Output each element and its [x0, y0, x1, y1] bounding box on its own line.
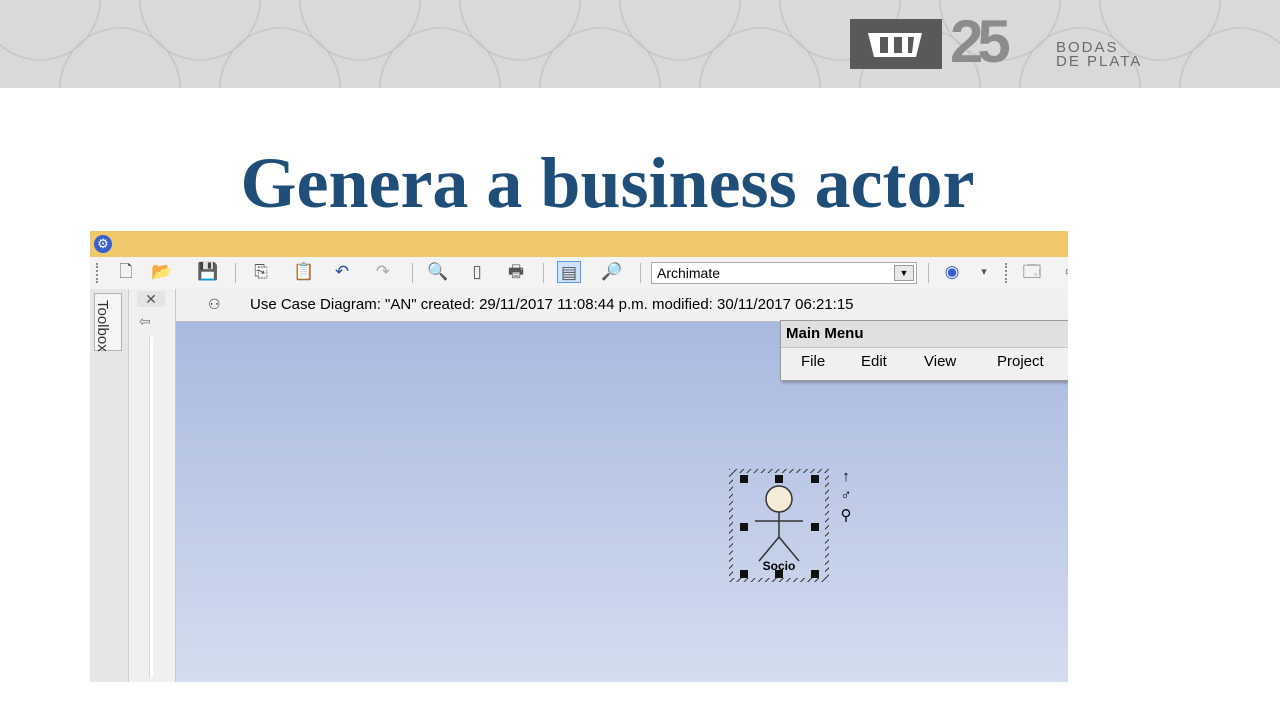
app-icon[interactable]: ⚙	[94, 235, 112, 253]
paste-icon[interactable]: 📋	[292, 261, 316, 283]
toolbar-separator	[543, 263, 544, 283]
find-icon[interactable]: 🔎	[600, 261, 624, 283]
business-actor-element[interactable]: Socio	[727, 467, 831, 584]
undo-icon[interactable]: ↶	[330, 261, 354, 283]
toolbar-separator	[928, 263, 929, 283]
toolbar-separator	[235, 263, 236, 283]
header-banner: 25 BODAS DE PLATA	[0, 0, 1280, 88]
diagram-canvas[interactable]: Main Menu File Edit View Project Socio ↑…	[176, 320, 1068, 682]
toolbar-separator	[640, 263, 641, 283]
print-icon[interactable]: 🖶	[504, 261, 528, 283]
new-diagram-icon[interactable]: 🗋	[114, 261, 138, 283]
actor-quicklinker: ↑ ♂ ⚲	[834, 468, 858, 530]
window-titlebar: ⚙	[90, 231, 1068, 257]
actor-label: Socio	[762, 559, 796, 573]
main-menu-popup: Main Menu File Edit View Project	[780, 320, 1068, 381]
ea-window: ⚙ 🗋 📂 💾 ⎘ 📋 ↶ ↷ 🔍 ▯ 🖶 ▤ 🔎 Archimate ▼ ◉ …	[90, 231, 1068, 682]
print-preview-icon[interactable]: 🔍	[426, 261, 450, 283]
toolbar-grip[interactable]	[96, 263, 101, 283]
diagram-info-bar: ⚇ Use Case Diagram: "AN" created: 29/11/…	[176, 289, 1068, 322]
more-tools-icon[interactable]: ▫	[1056, 261, 1068, 283]
page-setup-icon[interactable]: ▯	[465, 261, 489, 283]
close-icon[interactable]: ✕	[137, 291, 165, 307]
redo-icon[interactable]: ↷	[371, 261, 395, 283]
arrow-up-icon[interactable]: ↑	[834, 468, 858, 486]
toolbox-scrollbar[interactable]	[149, 337, 153, 677]
main-toolbar: 🗋 📂 💾 ⎘ 📋 ↶ ↷ 🔍 ▯ 🖶 ▤ 🔎 Archimate ▼ ◉ ▾ …	[90, 257, 1068, 290]
toolbar-separator	[412, 263, 413, 283]
quicklink-icon[interactable]: ♂	[834, 487, 858, 505]
pin-icon[interactable]: ⇦	[139, 313, 151, 330]
toolbox-tab[interactable]: Toolbox	[90, 289, 129, 682]
menu-item-project[interactable]: Project	[997, 353, 1044, 371]
toolbar-overflow-icon[interactable]: ▾	[972, 261, 996, 283]
diagram-info-text: Use Case Diagram: "AN" created: 29/11/20…	[250, 296, 854, 313]
menu-item-view[interactable]: View	[924, 353, 956, 371]
copy-icon[interactable]: ⎘	[249, 261, 273, 283]
university-logo	[850, 19, 942, 69]
magnifier-icon[interactable]: ⚲	[834, 507, 858, 525]
menu-item-edit[interactable]: Edit	[861, 353, 887, 371]
diagram-properties-icon[interactable]: ▤	[557, 261, 581, 283]
toolbox-panel: ✕ ⇦	[129, 289, 176, 682]
open-folder-icon[interactable]: 📂	[150, 261, 174, 283]
perspective-select-value: Archimate	[657, 265, 721, 281]
logo-emblem-icon	[868, 33, 922, 57]
main-menu-title: Main Menu	[786, 325, 864, 342]
anniversary-text-line2: DE PLATA	[1056, 53, 1143, 70]
save-icon[interactable]: 💾	[196, 261, 220, 283]
slide-title: Genera a business actor	[240, 143, 975, 223]
toolbar-grip[interactable]	[1005, 263, 1010, 283]
toolbox-label-text: Toolbox	[94, 300, 111, 352]
use-case-diagram-icon: ⚇	[208, 296, 221, 312]
anniversary-number: 25	[950, 8, 1011, 75]
perspective-select[interactable]: Archimate ▼	[651, 262, 917, 284]
anniversary-text: BODAS DE PLATA	[1056, 40, 1143, 70]
toolbox-label[interactable]: Toolbox	[94, 293, 122, 352]
help-icon[interactable]: ◉	[940, 261, 964, 283]
menu-item-file[interactable]: File	[801, 353, 825, 371]
settings-icon[interactable]: 🗔	[1020, 261, 1044, 283]
chevron-down-icon[interactable]: ▼	[894, 265, 914, 281]
main-menu-title-bar[interactable]: Main Menu	[781, 321, 1068, 348]
